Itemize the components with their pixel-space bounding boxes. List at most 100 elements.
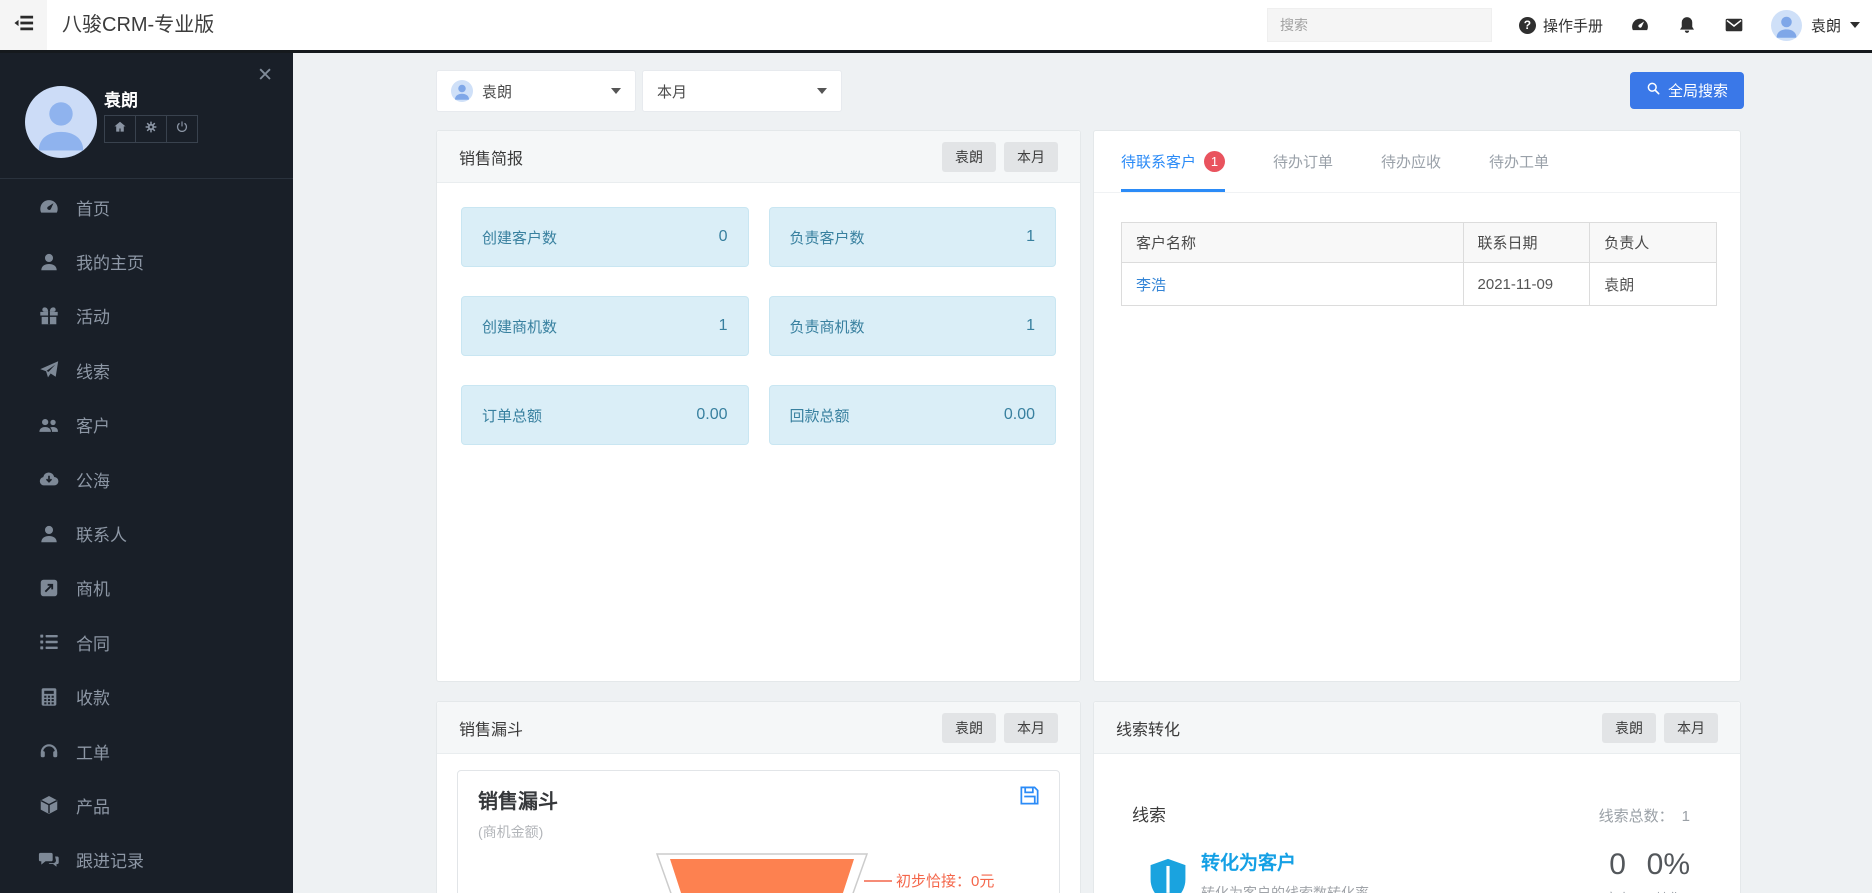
leads-total: 线索总数： 1	[1598, 808, 1690, 825]
owner-badge[interactable]: 袁朗	[942, 712, 996, 743]
sidebar-item-open-sea[interactable]: 公海	[0, 452, 293, 506]
stat-payment-total[interactable]: 回款总额 0.00	[768, 385, 1056, 445]
manual-link[interactable]: 操作手册	[1518, 15, 1603, 36]
sidebar: ✕ 袁朗 首页 我的主页 活动 线索 客户 公海 联系人 商机 合同 收款 工单…	[0, 53, 293, 893]
period-filter-select[interactable]: 本月	[642, 70, 842, 112]
tab-pending-receivables[interactable]: 待办应收	[1381, 131, 1441, 192]
user-icon	[38, 251, 60, 273]
converted-customers-stat: 0 客户	[1605, 848, 1631, 893]
leads-card-title: 线索转化	[1116, 721, 1181, 739]
funnel-stage-label: 初步恰接：0元	[896, 873, 994, 890]
table-row: 李浩 2021-11-09 袁朗	[1121, 262, 1717, 306]
notifications-bell-icon[interactable]	[1677, 15, 1697, 35]
profile-home-button[interactable]	[104, 115, 136, 143]
owner-avatar-icon	[451, 80, 473, 102]
sidebar-item-my-page[interactable]: 我的主页	[0, 234, 293, 288]
user-name: 袁朗	[1810, 17, 1841, 35]
stat-owned-opportunities[interactable]: 负责商机数 1	[768, 296, 1056, 356]
stat-order-total[interactable]: 订单总额 0.00	[461, 385, 749, 445]
app-title: 八骏CRM-专业版	[62, 14, 215, 36]
sidebar-item-work-orders[interactable]: 工单	[0, 724, 293, 778]
pending-customers-table: 客户名称 联系日期 负责人 李浩 2021-11-09 袁朗	[1121, 222, 1717, 306]
save-image-icon[interactable]	[1018, 784, 1041, 807]
conversion-rate-stat: 0% 转化	[1646, 848, 1690, 893]
sidebar-menu: 首页 我的主页 活动 线索 客户 公海 联系人 商机 合同 收款 工单 产品 跟…	[0, 180, 293, 887]
tab-pending-work-orders[interactable]: 待办工单	[1489, 131, 1549, 192]
sidebar-item-follow-records[interactable]: 跟进记录	[0, 833, 293, 887]
sidebar-item-payments[interactable]: 收款	[0, 670, 293, 724]
profile-avatar	[25, 86, 97, 158]
funnel-card-title: 销售漏斗	[459, 721, 524, 739]
user-menu[interactable]: 袁朗	[1770, 9, 1860, 41]
headset-icon	[38, 740, 60, 762]
convert-to-customer-link[interactable]: 转化为客户	[1201, 848, 1369, 875]
period-badge[interactable]: 本月	[1664, 712, 1718, 743]
cube-icon	[38, 794, 60, 816]
col-owner: 负责人	[1589, 222, 1717, 263]
sales-summary-card: 销售简报 袁朗 本月 创建客户数 0 负责客户数 1 创建商机数 1 负责商机数…	[436, 130, 1081, 682]
leads-total-value: 1	[1681, 808, 1690, 825]
convert-subtitle: 转化为客户的线索数转化率	[1201, 885, 1369, 893]
shield-icon	[1150, 858, 1186, 893]
dashboard-icon	[38, 196, 60, 218]
global-search-input[interactable]	[1266, 8, 1492, 42]
collapse-menu-icon	[13, 13, 35, 38]
comments-icon	[38, 849, 60, 871]
tab-pending-customers[interactable]: 待联系客户 1	[1121, 131, 1226, 192]
sidebar-item-products[interactable]: 产品	[0, 778, 293, 832]
user-icon	[38, 523, 60, 545]
dashboard-shortcut-icon[interactable]	[1630, 15, 1650, 35]
pending-count-badge: 1	[1204, 151, 1226, 172]
funnel-stage-shape	[670, 859, 854, 893]
top-navbar: 八骏CRM-专业版 操作手册 袁朗	[0, 0, 1872, 53]
global-search-button[interactable]: 全局搜索	[1629, 72, 1744, 109]
col-customer-name: 客户名称	[1121, 222, 1464, 263]
funnel-chart[interactable]: 初步恰接：0元	[478, 851, 1083, 893]
gift-icon	[38, 305, 60, 327]
gear-icon	[144, 120, 158, 139]
stat-created-customers[interactable]: 创建客户数 0	[461, 207, 749, 267]
sidebar-item-opportunities[interactable]: 商机	[0, 561, 293, 615]
customer-link[interactable]: 李浩	[1136, 277, 1166, 294]
owner-badge[interactable]: 袁朗	[1602, 712, 1656, 743]
sidebar-toggle-button[interactable]	[0, 0, 47, 50]
funnel-chart-panel: 销售漏斗 (商机金额) 初步恰接：0元	[457, 770, 1060, 893]
profile-settings-button[interactable]	[135, 115, 167, 143]
stat-owned-customers[interactable]: 负责客户数 1	[768, 207, 1056, 267]
period-filter-value: 本月	[657, 83, 688, 101]
period-badge[interactable]: 本月	[1004, 712, 1058, 743]
owner-badge[interactable]: 袁朗	[942, 141, 996, 172]
chevron-down-icon	[817, 88, 827, 94]
messages-envelope-icon[interactable]	[1724, 15, 1744, 35]
col-contact-date: 联系日期	[1462, 222, 1591, 263]
calculator-icon	[38, 686, 60, 708]
funnel-chart-subtitle: (商机金额)	[478, 824, 544, 840]
chevron-down-icon	[1850, 22, 1860, 28]
stat-created-opportunities[interactable]: 创建商机数 1	[461, 296, 749, 356]
sidebar-item-home[interactable]: 首页	[0, 180, 293, 234]
paper-plane-icon	[38, 359, 60, 381]
profile-logout-button[interactable]	[166, 115, 198, 143]
owner-filter-value: 袁朗	[482, 83, 513, 101]
leads-conversion-card: 线索转化 袁朗 本月 线索 线索总数： 1 转化为客户 转化为客户的线索数转化率…	[1093, 701, 1741, 893]
sidebar-item-activities[interactable]: 活动	[0, 289, 293, 343]
sales-summary-title: 销售简报	[459, 150, 524, 168]
sales-funnel-card: 销售漏斗 袁朗 本月 销售漏斗 (商机金额) 初步恰接：0元	[436, 701, 1081, 893]
list-icon	[38, 631, 60, 653]
tab-pending-orders[interactable]: 待办订单	[1273, 131, 1333, 192]
sidebar-profile: 袁朗	[0, 53, 293, 179]
home-icon	[113, 120, 127, 139]
sidebar-item-contracts[interactable]: 合同	[0, 615, 293, 669]
search-icon	[1646, 81, 1661, 100]
profile-name: 袁朗	[104, 91, 138, 110]
funnel-chart-title: 销售漏斗	[478, 791, 558, 813]
todo-card: 待联系客户 1 待办订单 待办应收 待办工单 客户名称 联系日期 负责人 李浩 …	[1093, 130, 1741, 682]
period-badge[interactable]: 本月	[1004, 141, 1058, 172]
leads-section-label: 线索	[1132, 806, 1166, 825]
sidebar-item-leads[interactable]: 线索	[0, 343, 293, 397]
question-circle-icon	[1518, 16, 1536, 34]
owner-filter-select[interactable]: 袁朗	[436, 70, 636, 112]
sidebar-item-customers[interactable]: 客户	[0, 398, 293, 452]
sidebar-item-contacts[interactable]: 联系人	[0, 506, 293, 560]
main-content: 袁朗 本月 全局搜索 销售简报 袁朗 本月 创建客户数 0 负责客户数 1 创建…	[293, 53, 1872, 893]
